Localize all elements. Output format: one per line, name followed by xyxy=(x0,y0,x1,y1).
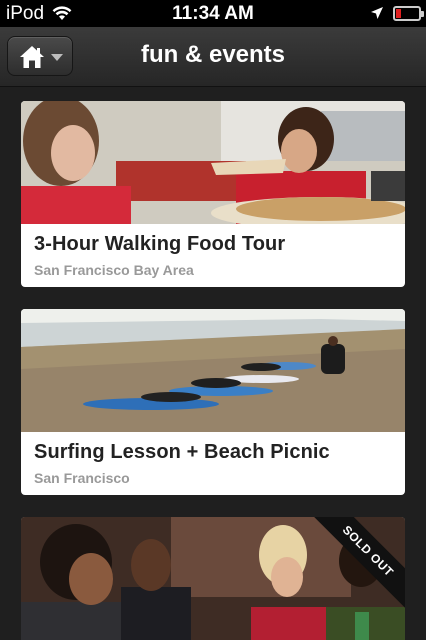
battery-level xyxy=(396,9,401,18)
event-title: 3-Hour Walking Food Tour xyxy=(34,233,286,255)
event-card-food-tour[interactable]: 3-Hour Walking Food Tour San Francisco B… xyxy=(21,101,405,287)
event-photo-illustration xyxy=(21,309,405,432)
event-photo xyxy=(21,101,405,224)
location-arrow-icon xyxy=(371,7,383,19)
event-title: Surfing Lesson + Beach Picnic xyxy=(34,441,330,463)
event-photo: SOLD OUT xyxy=(21,517,405,640)
event-location: San Francisco Bay Area xyxy=(34,262,194,278)
battery-icon xyxy=(393,6,424,21)
event-location: San Francisco xyxy=(34,470,130,486)
event-photo xyxy=(21,309,405,432)
event-card-surfing[interactable]: Surfing Lesson + Beach Picnic San Franci… xyxy=(21,309,405,495)
clock: 11:34 AM xyxy=(172,3,254,24)
page-title: fun & events xyxy=(140,41,286,68)
nav-bar: fun & events xyxy=(0,27,426,87)
event-list[interactable]: 3-Hour Walking Food Tour San Francisco B… xyxy=(0,88,426,640)
event-card-dinner[interactable]: SOLD OUT xyxy=(21,517,405,640)
status-bar: iPod 11:34 AM xyxy=(0,0,426,27)
event-photo-illustration xyxy=(21,101,405,224)
